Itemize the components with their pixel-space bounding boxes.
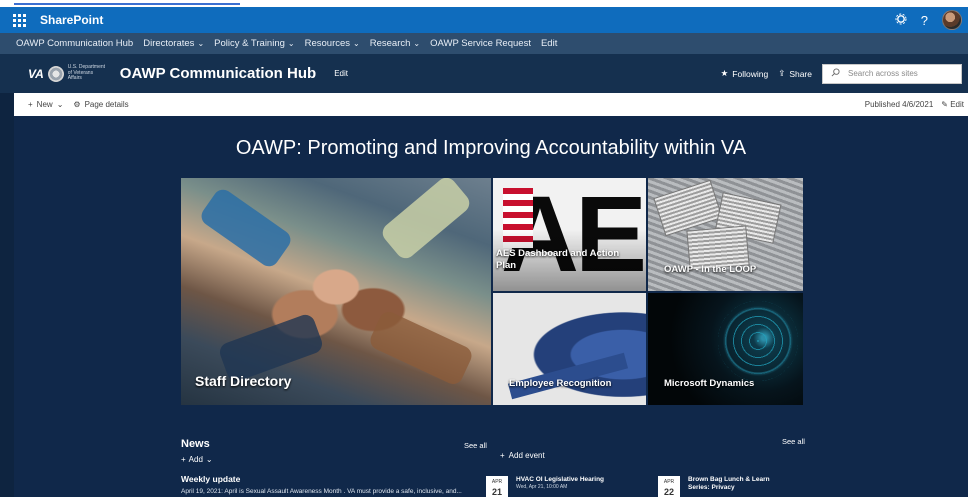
site-title[interactable]: OAWP Communication Hub [120,65,316,82]
event-date: APR 22 [658,476,680,497]
suite-brand[interactable]: SharePoint [40,13,103,27]
hubnav-item-service-request[interactable]: OAWP Service Request [430,38,531,49]
help-icon[interactable]: ? [921,13,928,28]
hubnav-item-directorates[interactable]: Directorates ⌄ [143,38,204,49]
search-icon [831,68,840,79]
search-input[interactable]: Search across sites [822,63,962,84]
event-card[interactable]: APR 22 Brown Bag Lunch & Learn Series: P… [658,476,778,497]
va-logo[interactable]: VA U.S. Department of Veterans Affairs [28,65,106,82]
hubnav-item-policy-training[interactable]: Policy & Training ⌄ [214,38,294,49]
link-underline [14,3,240,5]
va-logo-text: VA [28,66,44,81]
chevron-down-icon: ⌄ [56,100,64,109]
event-title: HVAC OI Legislative Hearing [516,476,605,483]
pencil-icon: ✎ [941,100,948,109]
sharepoint-page: SharePoint ? OAWP Communication Hub Dire… [0,0,968,497]
hero-tile-label: Microsoft Dynamics [664,378,755,389]
events-see-all-link[interactable]: See all [782,437,805,446]
page-details-button[interactable]: ⚙ Page details [73,100,128,109]
news-see-all-link[interactable]: See all [464,441,487,450]
hero-tile-microsoft-dynamics[interactable]: Microsoft Dynamics [648,293,803,405]
hero-tile-label: Employee Recognition [509,378,612,389]
page-edit-button[interactable]: ✎ Edit [941,100,964,109]
suite-bar: SharePoint ? [0,7,968,33]
page-title: OAWP: Promoting and Improving Accountabi… [235,137,747,159]
hubnav-item-resources[interactable]: Resources ⌄ [305,38,360,49]
ribbon-shape [507,352,629,400]
avatar[interactable] [942,10,962,30]
share-icon: ⇪ [778,68,786,78]
hero-tile-label: OAWP - In the LOOP [664,264,757,275]
app-launcher-icon[interactable] [6,7,32,33]
star-icon: ★ [720,68,729,78]
hubnav-item-edit[interactable]: Edit [541,38,557,49]
plus-icon: + [181,455,186,464]
chevron-down-icon: ⌄ [287,39,295,48]
hubnav-item-home[interactable]: OAWP Communication Hub [16,38,133,49]
plus-icon: + [500,451,505,460]
network-globe-image [718,301,798,381]
hero-tile-label: Staff Directory [195,373,292,389]
news-item-title[interactable]: Weekly update [181,474,240,484]
site-header: VA U.S. Department of Veterans Affairs O… [0,54,968,93]
event-title: Brown Bag Lunch & Learn Series: Privacy [688,476,770,491]
hero-tile-employee-recognition[interactable]: Employee Recognition [493,293,646,405]
browser-strip [0,0,968,7]
new-button[interactable]: + New ⌄ [28,100,63,109]
hero-tile-label: AES Dashboard and Action Plan [496,248,620,271]
hero-tile-aes-dashboard[interactable]: AES AES Dashboard and Action Plan [493,178,646,291]
va-department-text: U.S. Department of Veterans Affairs [67,64,106,82]
event-time: Wed, Apr 21, 10:00 AM [516,484,568,490]
chevron-down-icon: ⌄ [205,455,213,464]
news-item-description: April 19, 2021: April is Sexual Assault … [181,488,462,495]
chevron-down-icon: ⌄ [353,39,360,48]
event-date: APR 21 [486,476,508,497]
hero-tile-in-the-loop[interactable]: OAWP - In the LOOP [648,178,803,291]
share-button[interactable]: ⇪ Share [778,68,812,79]
chevron-down-icon: ⌄ [413,39,421,48]
hero-tile-staff-directory[interactable]: Staff Directory [181,178,491,405]
news-heading: News [181,438,210,450]
gear-icon[interactable] [895,13,907,28]
hub-navigation: OAWP Communication Hub Directorates ⌄ Pol… [0,33,968,54]
hubnav-item-research[interactable]: Research ⌄ [370,38,420,49]
event-card[interactable]: APR 21 HVAC OI Legislative Hearing Wed, … [486,476,604,497]
site-edit-link[interactable]: Edit [334,69,348,78]
command-bar: + New ⌄ ⚙ Page details Published 4/6/202… [14,93,968,116]
va-seal-icon [47,65,64,82]
gear-icon: ⚙ [73,100,81,109]
chevron-down-icon: ⌄ [197,39,205,48]
plus-icon: + [28,100,33,109]
add-news-button[interactable]: + Add ⌄ [181,455,213,464]
published-status: Published 4/6/2021 [864,100,934,109]
add-event-button[interactable]: + Add event [500,451,545,460]
following-button[interactable]: ★ Following [721,68,769,79]
